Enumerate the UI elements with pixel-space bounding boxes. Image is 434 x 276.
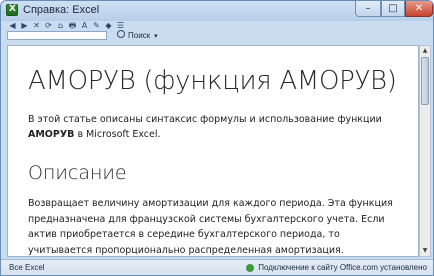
close-button[interactable]: ✕ [405,1,433,17]
search-button[interactable]: Поиск ▾ [117,30,158,41]
toc-icon[interactable]: ☰ [116,21,125,30]
description-paragraph: Возвращает величину амортизации для кажд… [28,198,393,256]
title-bar: Справка: Excel – □ ✕ [1,1,433,21]
status-scope[interactable]: Все Excel [9,263,45,272]
scroll-down-icon[interactable]: ▼ [420,246,430,256]
home-icon[interactable]: ⌂ [56,21,65,30]
section-heading: Описание [28,162,127,184]
refresh-icon[interactable]: ⟳ [44,21,53,30]
window-title: Справка: Excel [23,4,100,16]
minimize-button[interactable]: – [355,1,381,17]
print-icon[interactable]: 🖶 [68,21,77,30]
search-bar: Поиск ▾ [1,30,433,42]
connection-status-text: Подключение к сайту Office.com установле… [258,263,427,272]
intro-paragraph: В этой статье описаны синтаксис формулы … [28,112,398,142]
maximize-button[interactable]: □ [381,1,405,17]
scroll-up-icon[interactable]: ▲ [420,46,430,56]
forward-icon[interactable]: ▶ [20,21,29,30]
pin-icon[interactable]: ◆ [104,21,113,30]
help-window: Справка: Excel – □ ✕ ◀ ▶ ✕ ⟳ ⌂ 🖶 A ✎ ◆ ☰… [0,0,434,276]
article-content: АМОРУВ (функция АМОРУВ) В этой статье оп… [7,45,419,257]
scroll-thumb[interactable] [421,57,429,105]
vertical-scrollbar[interactable]: ▲ ▼ [419,45,431,257]
text-size-icon[interactable]: A [80,21,89,30]
stop-icon[interactable]: ✕ [32,21,41,30]
chevron-down-icon[interactable]: ▾ [154,33,158,40]
back-icon[interactable]: ◀ [8,21,17,30]
edit-icon[interactable]: ✎ [92,21,101,30]
function-name: АМОРУВ [28,129,75,140]
intro-text: В этой статье описаны синтаксис формулы … [28,114,382,125]
intro-text-end: в Microsoft Excel. [74,129,161,140]
search-input[interactable] [7,31,107,40]
connection-icon [246,263,255,272]
connection-status[interactable]: Подключение к сайту Office.com установле… [246,263,427,272]
excel-icon [6,4,18,16]
search-icon [117,30,125,38]
page-title: АМОРУВ (функция АМОРУВ) [28,66,397,96]
status-bar: Все Excel Подключение к сайту Office.com… [1,259,433,275]
search-label: Поиск [128,31,151,40]
